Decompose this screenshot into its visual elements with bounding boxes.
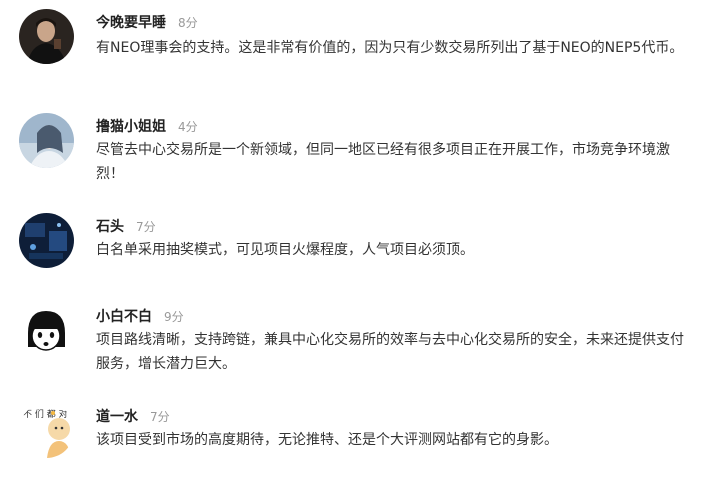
username[interactable]: 道一水: [96, 409, 138, 425]
avatar[interactable]: [19, 113, 74, 168]
name-line: 道一水 7分: [96, 406, 170, 426]
comment-text: 项目路线清晰，支持跨链，兼具中心化交易所的效率与去中心化交易所的安全，未来还提供…: [96, 332, 684, 372]
username[interactable]: 小白不白: [96, 309, 152, 325]
username[interactable]: 今晚要早睡: [96, 15, 166, 31]
name-line: 小白不白 9分: [96, 306, 184, 326]
username[interactable]: 石头: [96, 219, 124, 235]
timestamp: 9分: [164, 310, 184, 324]
comment-text: 有NEO理事会的支持。这是非常有价值的，因为只有少数交易所列出了基于NEO的NE…: [96, 40, 684, 56]
avatar[interactable]: [19, 213, 74, 268]
timestamp: 7分: [136, 220, 156, 234]
avatar[interactable]: 不 们 都 对: [19, 403, 74, 458]
name-line: 撸猫小姐姐 4分: [96, 116, 198, 136]
name-line: 今晚要早睡 8分: [96, 12, 198, 32]
timestamp: 8分: [178, 16, 198, 30]
name-line: 石头 7分: [96, 216, 156, 236]
avatar[interactable]: [19, 9, 74, 64]
timestamp: 4分: [178, 120, 198, 134]
comment-text: 该项目受到市场的高度期待，无论推特、还是个大评测网站都有它的身影。: [96, 432, 558, 448]
comment-text: 白名单采用抽奖模式，可见项目火爆程度，人气项目必须顶。: [96, 242, 474, 258]
username[interactable]: 撸猫小姐姐: [96, 119, 166, 135]
avatar[interactable]: [19, 303, 74, 358]
timestamp: 7分: [150, 410, 170, 424]
comment-text: 尽管去中心交易所是一个新领域，但同一地区已经有很多项目正在开展工作，市场竞争环境…: [96, 142, 670, 182]
